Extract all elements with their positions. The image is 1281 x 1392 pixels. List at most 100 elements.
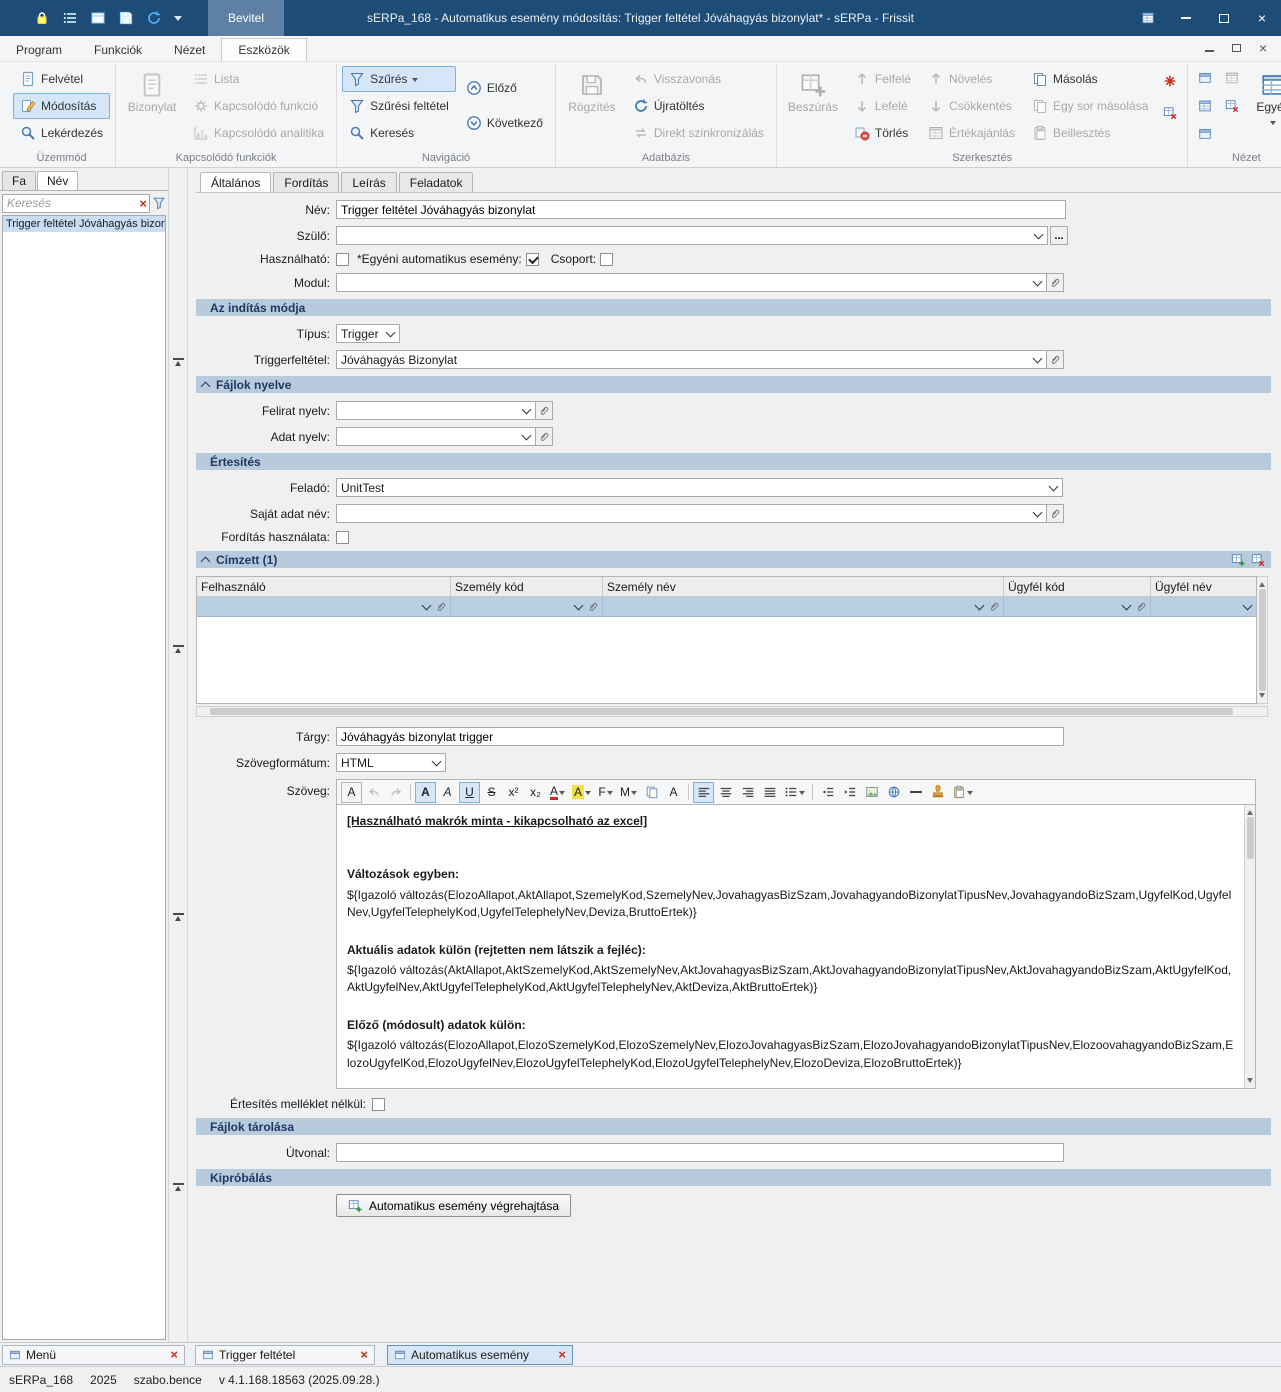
col-ugyfel-nev[interactable]: Ügyfél név <box>1151 577 1256 596</box>
paperclip-icon[interactable] <box>987 597 1001 616</box>
minimize-button[interactable] <box>1167 0 1205 36</box>
scroll-mark-icon[interactable] <box>173 913 184 923</box>
lock-icon[interactable] <box>34 10 50 26</box>
insert-image-button[interactable] <box>861 782 882 803</box>
tab-menu[interactable]: Menü × <box>2 1345 185 1365</box>
chevron-down-icon[interactable] <box>1029 351 1046 368</box>
clear-format-button[interactable]: A <box>663 782 684 803</box>
underline-button[interactable]: U <box>459 782 480 803</box>
view-layout-5-icon[interactable] <box>1220 94 1244 118</box>
superscript-button[interactable]: x² <box>503 782 524 803</box>
paperclip-icon[interactable] <box>1134 597 1148 616</box>
chevron-down-icon[interactable] <box>1029 274 1046 291</box>
adat-nyelv-attach-button[interactable] <box>536 427 553 446</box>
chevron-down-icon[interactable] <box>571 605 585 609</box>
chevron-down-icon[interactable] <box>518 428 535 445</box>
torles-button[interactable]: Törlés <box>847 120 918 146</box>
window-list-icon[interactable] <box>62 10 78 26</box>
form-tab-altalanos[interactable]: Általános <box>200 172 271 192</box>
table-horizontal-scrollbar[interactable] <box>196 706 1268 717</box>
copy-format-button[interactable] <box>641 782 662 803</box>
col-ugyfel-kod[interactable]: Ügyfél kód <box>1004 577 1151 596</box>
doc-restore-button[interactable] <box>1232 41 1241 55</box>
col-szemely-nev[interactable]: Személy név <box>603 577 1004 596</box>
szulo-combo[interactable] <box>336 226 1048 245</box>
search-input[interactable] <box>3 195 149 212</box>
paperclip-icon[interactable] <box>434 597 448 616</box>
window-panel-icon[interactable] <box>90 10 106 26</box>
horizontal-rule-button[interactable] <box>905 782 926 803</box>
form-tab-feladatok[interactable]: Feladatok <box>399 172 474 192</box>
mandatory-fields-icon[interactable] <box>1158 69 1182 93</box>
scroll-down-icon[interactable] <box>1259 693 1265 701</box>
tab-automatikus-esemeny[interactable]: Automatikus esemény × <box>387 1345 573 1365</box>
csoport-checkbox[interactable] <box>600 253 613 266</box>
layout-grid-icon[interactable] <box>1129 0 1167 36</box>
chevron-down-icon[interactable] <box>518 402 535 419</box>
macro-menu-button[interactable]: M <box>617 782 640 803</box>
szuresi-feltetel-button[interactable]: Szűrési feltétel <box>342 93 456 119</box>
tipus-combo[interactable]: Trigger <box>336 324 400 343</box>
splitter-scrollbar[interactable] <box>168 168 188 1342</box>
szures-dropdown-icon[interactable] <box>412 78 418 85</box>
strikethrough-button[interactable]: S <box>481 782 502 803</box>
col-szemely-kod[interactable]: Személy kód <box>451 577 603 596</box>
table-vertical-scrollbar[interactable] <box>1257 576 1268 704</box>
scroll-thumb[interactable] <box>210 708 1233 715</box>
cell-szemely-nev[interactable] <box>603 597 1004 616</box>
scroll-thumb[interactable] <box>1247 817 1254 859</box>
chevron-down-icon[interactable] <box>1240 605 1254 609</box>
tab-eszkozok[interactable]: Eszközök <box>221 38 306 61</box>
szures-button[interactable]: Szűrés <box>342 66 456 92</box>
form-tab-leiras[interactable]: Leírás <box>341 172 396 192</box>
tab-trigger-feltetel[interactable]: Trigger feltétel × <box>195 1345 375 1365</box>
ertesites-melleklet-checkbox[interactable] <box>372 1098 385 1111</box>
sajat-adat-nev-combo[interactable] <box>336 504 1047 523</box>
paperclip-icon[interactable] <box>586 597 600 616</box>
add-row-icon[interactable] <box>1231 553 1245 567</box>
hasznalhato-checkbox[interactable] <box>336 253 349 266</box>
tab-funkciok[interactable]: Funkciók <box>78 39 158 61</box>
cell-ugyfel-kod[interactable] <box>1004 597 1151 616</box>
align-center-button[interactable] <box>715 782 736 803</box>
sidebar-filter-icon[interactable] <box>152 196 166 210</box>
chevron-down-icon[interactable] <box>1119 605 1133 609</box>
indent-increase-button[interactable] <box>839 782 860 803</box>
chevron-down-icon[interactable] <box>428 754 445 771</box>
save-icon[interactable] <box>118 10 134 26</box>
align-right-button[interactable] <box>737 782 758 803</box>
triggerfeltetel-attach-button[interactable] <box>1047 350 1064 369</box>
doc-minimize-button[interactable] <box>1205 41 1214 55</box>
utvonal-input[interactable] <box>336 1143 1064 1162</box>
sidebar-tab-nev[interactable]: Név <box>37 171 78 190</box>
delete-row-icon[interactable] <box>1251 553 1265 567</box>
scroll-mark-icon[interactable] <box>173 358 184 368</box>
qat-dropdown-icon[interactable] <box>174 16 182 25</box>
egyeb-dropdown-icon[interactable] <box>1270 121 1276 128</box>
editor-content[interactable]: [Használható makrók minta - kikapcsolhat… <box>337 805 1244 1088</box>
close-tab-icon[interactable]: × <box>558 1348 566 1361</box>
chevron-down-icon[interactable] <box>1030 227 1047 244</box>
highlight-color-button[interactable]: A <box>569 782 594 803</box>
cell-felhasznalo[interactable] <box>197 597 451 616</box>
chevron-down-icon[interactable] <box>1045 479 1062 496</box>
format-box-icon[interactable]: A <box>341 782 362 803</box>
szulo-browse-button[interactable]: ... <box>1050 226 1068 245</box>
egyeb-button[interactable]: Egyéb <box>1247 66 1281 138</box>
stamp-button[interactable] <box>927 782 948 803</box>
modul-attach-button[interactable] <box>1047 273 1064 292</box>
felirat-nyelv-attach-button[interactable] <box>536 401 553 420</box>
sidebar-tab-fa[interactable]: Fa <box>2 171 36 190</box>
indent-decrease-button[interactable] <box>817 782 838 803</box>
lekerdezes-button[interactable]: Lekérdezés <box>13 120 110 146</box>
table-row[interactable] <box>197 597 1256 617</box>
align-left-button[interactable] <box>693 782 714 803</box>
scroll-up-icon[interactable] <box>1247 807 1253 815</box>
collapse-icon[interactable] <box>201 556 211 566</box>
list-item-selected[interactable]: Trigger feltétel Jóváhagyás bizonylat <box>3 216 165 232</box>
paste-special-button[interactable] <box>949 782 976 803</box>
bold-button[interactable]: A <box>415 782 436 803</box>
chevron-down-icon[interactable] <box>419 605 433 609</box>
sajat-adat-nev-attach-button[interactable] <box>1047 504 1064 523</box>
kovetkezo-button[interactable]: Következő <box>459 110 550 136</box>
